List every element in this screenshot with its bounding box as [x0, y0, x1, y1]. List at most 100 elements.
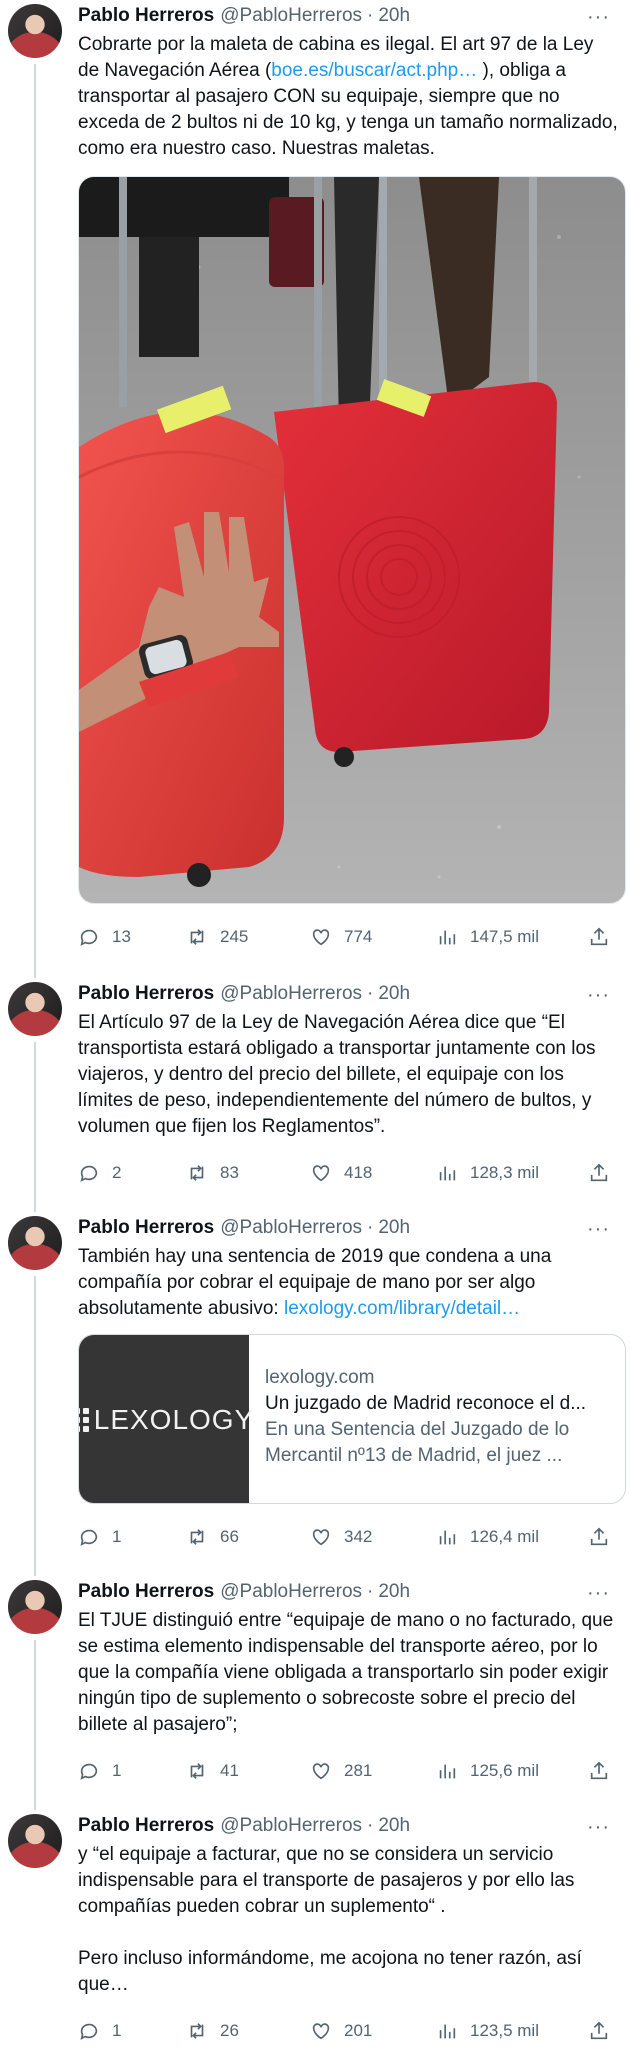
retweet-button[interactable]: 83 — [186, 1162, 239, 1184]
tweet-actions: 13 245 774 147,5 mil — [78, 916, 610, 960]
more-options-icon[interactable]: ··· — [587, 1218, 610, 1241]
share-button[interactable] — [588, 2020, 610, 2042]
reply-icon — [80, 1529, 98, 1546]
card-body: lexology.com Un juzgado de Madrid recono… — [249, 1335, 625, 1503]
retweet-count: 66 — [220, 1527, 239, 1546]
retweet-count: 83 — [220, 1163, 239, 1182]
separator-dot: · — [367, 5, 374, 26]
thread-feed: Pablo Herreros @PabloHerreros · 20h ··· … — [0, 0, 630, 2055]
reply-button[interactable]: 1 — [78, 1760, 121, 1782]
tweet-5[interactable]: Pablo Herreros @PabloHerreros · 20h ··· … — [0, 1810, 630, 2055]
avatar[interactable] — [8, 4, 62, 58]
avatar[interactable] — [8, 982, 62, 1036]
tweet-link[interactable]: lexology.com/library/detail… — [284, 1298, 520, 1319]
heart-icon — [312, 1763, 330, 1780]
like-count: 342 — [344, 1527, 373, 1546]
reply-icon — [80, 1763, 98, 1780]
tweet-time[interactable]: 20h — [378, 5, 410, 27]
card-title: Un juzgado de Madrid reconoce el d... — [265, 1393, 587, 1414]
share-icon — [590, 1761, 608, 1780]
separator-dot: · — [367, 1217, 374, 1238]
reply-count: 1 — [112, 1527, 122, 1546]
views-button[interactable]: 147,5 mil — [436, 926, 539, 948]
retweet-button[interactable]: 66 — [186, 1526, 239, 1548]
tweet-3[interactable]: Pablo Herreros @PabloHerreros · 20h ··· … — [0, 1212, 630, 1576]
avatar[interactable] — [8, 1814, 62, 1868]
like-button[interactable]: 201 — [310, 2020, 372, 2042]
avatar[interactable] — [8, 1216, 62, 1270]
tweet-time[interactable]: 20h — [378, 983, 410, 1005]
author-name[interactable]: Pablo Herreros — [78, 1217, 214, 1239]
reply-count: 2 — [112, 1163, 122, 1182]
views-chart-icon — [439, 1530, 456, 1545]
avatar[interactable] — [8, 1580, 62, 1634]
retweet-icon — [190, 929, 204, 945]
author-handle[interactable]: @PabloHerreros — [220, 983, 362, 1005]
tweet-header: Pablo Herreros @PabloHerreros · 20h — [78, 4, 610, 28]
thread-connector — [34, 64, 36, 978]
reply-icon — [80, 929, 98, 946]
retweet-button[interactable]: 41 — [186, 1760, 239, 1782]
views-chart-icon — [439, 1166, 456, 1181]
tweet-time[interactable]: 20h — [378, 1581, 410, 1603]
views-button[interactable]: 126,4 mil — [436, 1526, 539, 1548]
share-button[interactable] — [588, 1162, 610, 1184]
tweet-paragraph: y “el equipaje a facturar, que no se con… — [78, 1844, 575, 1917]
views-button[interactable]: 128,3 mil — [436, 1162, 539, 1184]
tweet-actions: 1 26 201 123,5 mil — [78, 2010, 610, 2054]
tweet-text: También hay una sentencia de 2019 que co… — [78, 1244, 618, 1322]
tweet-link[interactable]: boe.es/buscar/act.php… — [271, 60, 477, 81]
separator-dot: · — [367, 1815, 374, 1836]
tweet-time[interactable]: 20h — [378, 1217, 410, 1239]
more-options-icon[interactable]: ··· — [587, 984, 610, 1007]
tweet-time[interactable]: 20h — [378, 1815, 410, 1837]
retweet-icon — [190, 1763, 204, 1779]
retweet-button[interactable]: 245 — [186, 926, 248, 948]
views-button[interactable]: 125,6 mil — [436, 1760, 539, 1782]
card-description: En una Sentencia del Juzgado de lo Merca… — [265, 1419, 570, 1466]
reply-button[interactable]: 1 — [78, 1526, 121, 1548]
views-count: 128,3 mil — [470, 1163, 539, 1182]
like-count: 774 — [344, 927, 373, 946]
card-domain: lexology.com — [265, 1367, 375, 1388]
like-count: 281 — [344, 1761, 373, 1780]
reply-button[interactable]: 2 — [78, 1162, 121, 1184]
reply-count: 1 — [112, 1761, 122, 1780]
views-count: 147,5 mil — [470, 927, 539, 946]
more-options-icon[interactable]: ··· — [587, 1582, 610, 1605]
more-options-icon[interactable]: ··· — [587, 1816, 610, 1839]
more-options-icon[interactable]: ··· — [587, 6, 610, 29]
tweet-actions: 1 41 281 125,6 mil — [78, 1750, 610, 1794]
like-button[interactable]: 774 — [310, 926, 372, 948]
tweet-1[interactable]: Pablo Herreros @PabloHerreros · 20h ··· … — [0, 0, 630, 978]
separator-dot: · — [367, 1581, 374, 1602]
author-handle[interactable]: @PabloHerreros — [220, 1581, 362, 1603]
author-name[interactable]: Pablo Herreros — [78, 5, 214, 27]
views-button[interactable]: 123,5 mil — [436, 2020, 539, 2042]
author-handle[interactable]: @PabloHerreros — [220, 1217, 362, 1239]
author-name[interactable]: Pablo Herreros — [78, 983, 214, 1005]
author-name[interactable]: Pablo Herreros — [78, 1581, 214, 1603]
reply-button[interactable]: 1 — [78, 2020, 121, 2042]
author-name[interactable]: Pablo Herreros — [78, 1815, 214, 1837]
link-preview-card[interactable]: LEXOLOGY lexology.com Un juzgado de Madr… — [78, 1334, 626, 1504]
tweet-photo-suitcases[interactable] — [78, 176, 626, 904]
retweet-count: 26 — [220, 2021, 239, 2040]
tweet-header: Pablo Herreros @PabloHerreros · 20h — [78, 1814, 610, 1838]
tweet-2[interactable]: Pablo Herreros @PabloHerreros · 20h ··· … — [0, 978, 630, 1212]
author-handle[interactable]: @PabloHerreros — [220, 5, 362, 27]
like-button[interactable]: 418 — [310, 1162, 372, 1184]
share-button[interactable] — [588, 1760, 610, 1782]
reply-button[interactable]: 13 — [78, 926, 131, 948]
share-button[interactable] — [588, 926, 610, 948]
retweet-button[interactable]: 26 — [186, 2020, 239, 2042]
lexology-dots-icon — [79, 1408, 89, 1432]
views-count: 123,5 mil — [470, 2021, 539, 2040]
views-count: 126,4 mil — [470, 1527, 539, 1546]
like-button[interactable]: 342 — [310, 1526, 372, 1548]
share-button[interactable] — [588, 1526, 610, 1548]
heart-icon — [312, 929, 330, 946]
author-handle[interactable]: @PabloHerreros — [220, 1815, 362, 1837]
tweet-4[interactable]: Pablo Herreros @PabloHerreros · 20h ··· … — [0, 1576, 630, 1810]
like-button[interactable]: 281 — [310, 1760, 372, 1782]
